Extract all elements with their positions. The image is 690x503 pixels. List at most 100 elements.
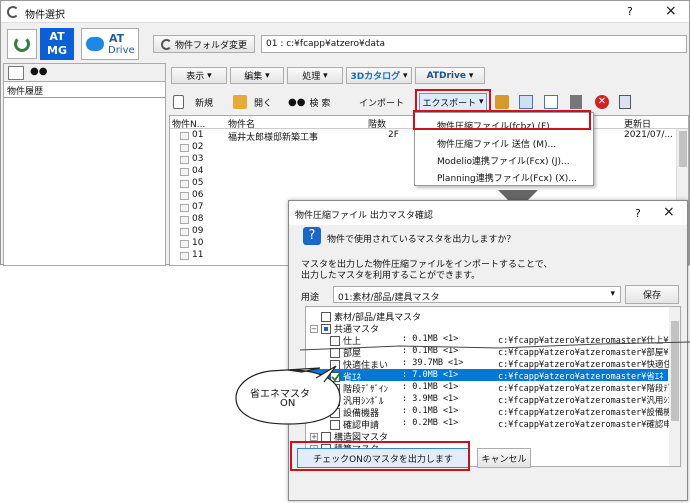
tree-checkbox[interactable] xyxy=(321,311,331,322)
menu-view[interactable]: 表示 ▾ xyxy=(171,67,227,84)
tree-item[interactable]: + 構造図マスタ xyxy=(306,429,668,443)
col-header-no[interactable]: 物件N... xyxy=(172,117,205,130)
dialog-close-icon[interactable]: × xyxy=(663,204,675,220)
row-no: 09 xyxy=(192,226,204,236)
tree-scrollbar[interactable] xyxy=(669,307,680,466)
row-no: 04 xyxy=(192,166,204,176)
export-menu-planning[interactable]: Planning連携ファイル(Fcx) (X)... xyxy=(437,171,577,184)
tree-item[interactable]: 素材/部品/建具マスタ xyxy=(306,309,668,323)
brush-icon[interactable] xyxy=(495,95,509,109)
list-scroll-thumb[interactable] xyxy=(679,131,687,167)
tree-expander-icon[interactable]: − xyxy=(310,324,318,333)
tree-item-size: : 0.1MB <1> xyxy=(402,406,459,416)
row-no: 08 xyxy=(192,214,204,224)
property-file-icon xyxy=(180,252,189,260)
at-mg-label-at: AT xyxy=(49,30,65,43)
dialog-question: 物件で使用されているマスタを出力しますか？ xyxy=(327,235,516,245)
menu-3d-catalog[interactable]: 3Dカタログ ▾ xyxy=(346,67,412,84)
row-no: 10 xyxy=(192,238,204,248)
tree-checkbox[interactable] xyxy=(321,431,331,442)
main-title-bar: 物件選択 ? × xyxy=(1,1,689,23)
row-no: 05 xyxy=(192,178,204,188)
menu-edit-label: 編集 xyxy=(244,72,263,82)
export-menu-modelio[interactable]: Modelio連携ファイル(Fcx) (J)... xyxy=(437,154,570,167)
tree-item[interactable]: 省ｴﾈ: 7.0MB <1> c:¥fcapp¥atzero¥atzeromast… xyxy=(306,369,668,383)
at-drive-label-at: AT xyxy=(109,32,125,45)
row-no: 03 xyxy=(192,154,204,164)
history-header: 物件履歴 xyxy=(7,87,44,97)
row-date: 2021/07/... xyxy=(624,130,674,140)
search-button[interactable]: ●● 検 索 xyxy=(288,93,330,111)
col-header-floors[interactable]: 階数 xyxy=(368,117,386,130)
left-panel: ●● 物件履歴 xyxy=(3,63,166,266)
property-file-icon xyxy=(180,156,189,164)
new-file-icon xyxy=(173,95,184,109)
cloud-icon xyxy=(86,37,104,51)
row-no: 06 xyxy=(192,190,204,200)
property-file-icon xyxy=(180,144,189,152)
trash-icon[interactable] xyxy=(619,95,631,109)
tree-item[interactable]: 確認申請: 0.2MB <1> c:¥fcapp¥atzero¥atzeromas… xyxy=(306,417,680,431)
tree-checkbox[interactable] xyxy=(321,323,331,334)
binoculars-tab-icon[interactable]: ●● xyxy=(30,66,47,77)
menu-process[interactable]: 処理 ▾ xyxy=(287,67,343,84)
chevron-down-icon: ▾ xyxy=(610,289,615,299)
property-file-icon xyxy=(180,180,189,188)
at-drive-button[interactable]: AT Drive xyxy=(81,28,139,60)
refresh-icon xyxy=(14,36,30,52)
cancel-button[interactable]: キャンセル xyxy=(477,448,531,468)
export-menu-send[interactable]: 物件圧縮ファイル 送信 (M)... xyxy=(437,137,556,150)
at-mg-button[interactable]: AT MG xyxy=(40,28,74,60)
col-header-date[interactable]: 更新日 xyxy=(624,117,651,130)
refresh-logo-button[interactable] xyxy=(7,29,37,59)
tree-item[interactable]: 階段ﾃﾞｻﾞｲﾝ: 0.1MB <1> c:¥fcapp¥atzero¥atzer… xyxy=(306,381,680,395)
window-icon[interactable] xyxy=(544,95,558,109)
copy-icon[interactable] xyxy=(519,95,533,109)
row-no: 07 xyxy=(192,202,204,212)
menu-3d-catalog-label: 3Dカタログ xyxy=(350,72,401,82)
folder-change-button[interactable]: 物件フォルダ変更 xyxy=(153,35,255,53)
folder-path-value: 01 : c:¥fcapp¥atzero¥data xyxy=(266,39,386,49)
property-file-icon xyxy=(180,204,189,212)
tree-expander-icon[interactable]: + xyxy=(310,432,318,441)
tree-scroll-thumb[interactable] xyxy=(671,321,679,421)
tree-item-size: : 7.0MB <1> xyxy=(402,370,459,380)
clipboard-icon[interactable] xyxy=(570,95,582,109)
open-folder-icon xyxy=(233,95,247,109)
question-icon: ? xyxy=(303,227,321,245)
app-icon xyxy=(7,6,19,18)
menu-atdrive[interactable]: ATDrive ▾ xyxy=(415,67,485,84)
history-tab-icon[interactable] xyxy=(8,66,24,80)
row-floors: 2F xyxy=(388,130,399,140)
new-button-label: 新規 xyxy=(195,98,214,109)
usage-select[interactable]: 01:素材/部品/建具マスタ ▾ xyxy=(333,286,621,303)
tree-item[interactable]: 快適住まい: 39.7MB <1> c:¥fcapp¥atzero¥atzerom… xyxy=(306,357,680,371)
export-checked-highlight xyxy=(290,441,470,471)
tree-item[interactable]: 汎用ｼﾝﾎﾞﾙ: 3.9MB <1> c:¥fcapp¥atzero¥atzero… xyxy=(306,393,680,407)
tree-item-size: : 0.2MB <1> xyxy=(402,418,459,428)
tree-item[interactable]: − 共通マスタ xyxy=(306,321,668,335)
torn-edge-line xyxy=(300,341,690,351)
at-mg-label-mg: MG xyxy=(47,44,67,57)
property-file-icon xyxy=(180,192,189,200)
callout-line-2: ON xyxy=(280,398,296,409)
folder-path-select[interactable]: 01 : c:¥fcapp¥atzero¥data xyxy=(261,35,687,53)
delete-icon[interactable]: ✕ xyxy=(595,95,609,109)
dialog-title-bar: 物件圧縮ファイル 出力マスタ確認 ? × xyxy=(289,201,687,225)
menu-edit[interactable]: 編集 ▾ xyxy=(230,67,284,84)
col-header-name[interactable]: 物件名 xyxy=(228,117,255,130)
refresh-small-icon xyxy=(160,38,172,50)
save-button[interactable]: 保存 xyxy=(625,285,679,304)
tree-checkbox-partial xyxy=(324,326,328,331)
close-icon[interactable]: × xyxy=(665,3,677,19)
open-button[interactable]: 開く xyxy=(233,93,272,111)
dialog-help-icon[interactable]: ? xyxy=(635,207,641,220)
new-button[interactable]: 新規 xyxy=(173,93,213,111)
row-no: 02 xyxy=(192,142,204,152)
open-button-label: 開く xyxy=(254,98,273,109)
import-button[interactable]: インポート xyxy=(359,93,404,111)
property-file-icon xyxy=(180,132,189,140)
tree-item-size: : 39.7MB <1> xyxy=(402,358,464,368)
tree-item[interactable]: 設備機器: 0.1MB <1> c:¥fcapp¥atzero¥atzeromas… xyxy=(306,405,680,419)
help-icon[interactable]: ? xyxy=(627,5,633,18)
